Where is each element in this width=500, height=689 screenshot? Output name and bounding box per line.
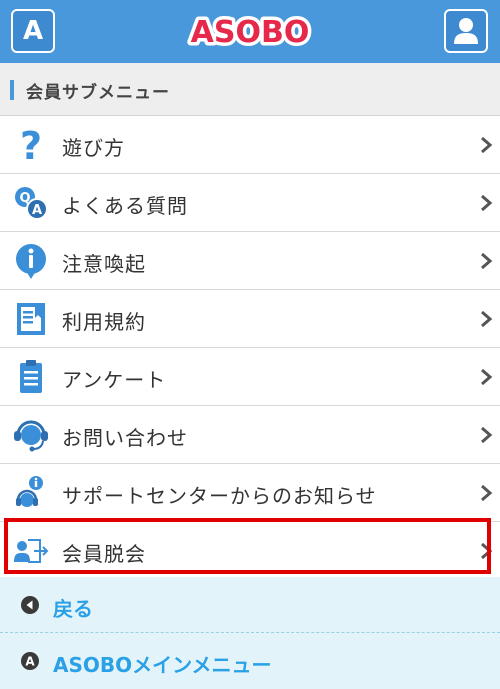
chevron-right-icon [481,426,493,444]
menu-item-label: よくある質問 [62,194,188,218]
menu-item-label: 利用規約 [62,310,146,334]
asobo-a-circle-icon: A [21,652,39,670]
menu-item-how-to-play[interactable]: ? 遊び方 [0,116,500,174]
terms-book-icon [17,303,45,335]
menu-item-label: 会員脱会 [62,542,146,566]
clipboard-icon [20,360,42,393]
question-icon: ? [20,126,42,164]
menu-item-label: 遊び方 [62,136,125,160]
menu-item-contact[interactable]: お問い合わせ [0,406,500,464]
menu-item-support-notice[interactable]: サポートセンターからのお知らせ [0,464,500,522]
menu-item-warning[interactable]: 注意喚起 [0,232,500,290]
svg-text:ASOBO: ASOBO [191,15,310,50]
svg-text:?: ? [20,126,42,164]
menu-item-withdraw-membership[interactable]: 会員脱会 [0,522,500,580]
user-icon [454,18,478,44]
section-title: 会員サブメニュー [26,83,170,103]
menu-item-label: 注意喚起 [62,252,146,276]
app-header: A ASOBO ASOBO [0,0,500,63]
qa-icon: Q A [15,187,48,220]
asobo-main-menu-link[interactable]: A ASOBOメインメニュー [0,633,500,689]
chevron-right-icon [481,484,493,502]
chevron-right-icon [481,310,493,328]
menu-item-label: サポートセンターからのお知らせ [62,484,377,508]
user-account-button[interactable] [444,9,488,53]
info-icon [16,244,46,279]
member-submenu-list: ? 遊び方 Q A よくある質問 注意喚起 利用規約 アンケート お問い合わせ … [0,116,500,580]
back-link[interactable]: 戻る [0,577,500,633]
menu-item-faq[interactable]: Q A よくある質問 [0,174,500,232]
support-notice-icon [16,476,43,507]
menu-item-label: アンケート [62,368,167,392]
headset-icon [14,420,48,452]
withdraw-icon [14,539,49,563]
chevron-right-icon [481,542,493,560]
svg-text:A: A [32,203,42,218]
main-menu-label: ASOBOメインメニュー [53,653,272,677]
asobo-logo[interactable]: ASOBO ASOBO [150,8,350,56]
back-label: 戻る [53,597,93,621]
asobo-a-icon: A [22,16,44,46]
back-arrow-icon [21,596,39,614]
asobo-home-button[interactable]: A [11,9,55,53]
chevron-right-icon [481,252,493,270]
section-accent-bar [10,80,14,100]
menu-item-terms[interactable]: 利用規約 [0,290,500,348]
chevron-right-icon [481,194,493,212]
section-header: 会員サブメニュー [0,63,500,116]
chevron-right-icon [481,136,493,154]
svg-text:A: A [25,655,35,669]
chevron-right-icon [481,368,493,386]
menu-item-survey[interactable]: アンケート [0,348,500,406]
menu-item-label: お問い合わせ [62,426,188,450]
